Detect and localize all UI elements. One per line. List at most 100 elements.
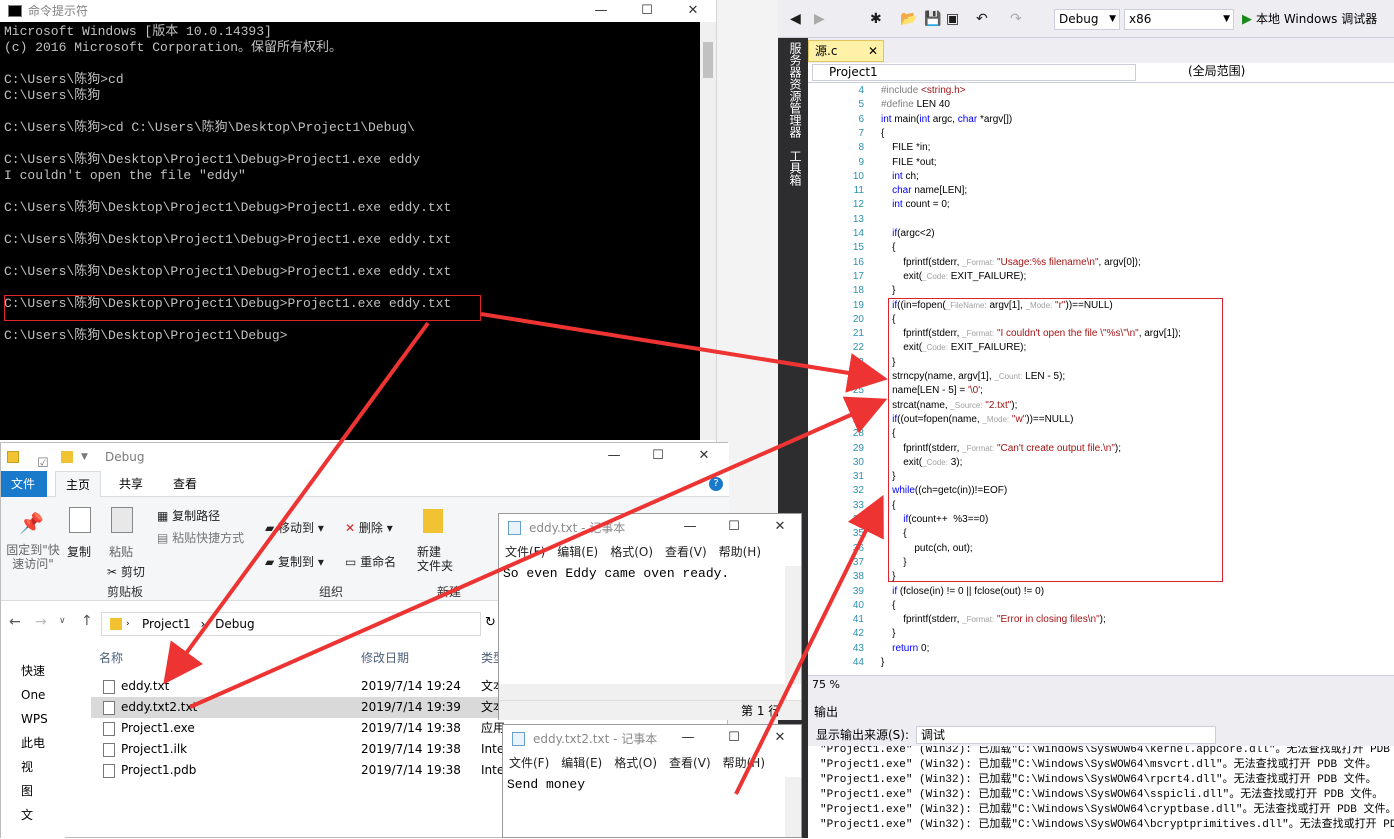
tab-view[interactable]: 查看 [163, 471, 207, 497]
menu-format[interactable]: 格式(O) [614, 756, 657, 770]
organize-group-label: 组织 [319, 585, 344, 599]
start-debugger-button[interactable]: ▶ 本地 Windows 调试器 [1242, 9, 1377, 29]
minimize-button[interactable]: — [591, 445, 637, 467]
cut-button[interactable]: ✂ 剪切 [107, 565, 145, 579]
cmd-output[interactable]: Microsoft Windows [版本 10.0.14393] (c) 201… [0, 22, 700, 440]
nav-item[interactable]: 图 [21, 783, 33, 799]
output-source-select[interactable]: 调试 [916, 726, 1216, 744]
copy-to-button[interactable]: ▰ 复制到 ▾ [265, 555, 324, 569]
tab-share[interactable]: 共享 [109, 471, 153, 497]
cmd-line: C:\Users\陈狗\Desktop\Project1\Debug>Proje… [4, 200, 452, 215]
file-row[interactable]: eddy.txt2.txt 2019/7/14 19:39 文本 [91, 697, 511, 718]
delete-button[interactable]: ✕ 删除 ▾ [345, 521, 393, 535]
undo-icon[interactable]: ↶ [976, 9, 988, 29]
output-text[interactable]: "Project1.exe" (Win32): 已加载"C:\Windows\S… [808, 746, 1394, 838]
nav-item[interactable]: 文 [21, 807, 33, 823]
tab-file[interactable]: 文件 [1, 471, 47, 497]
close-button[interactable]: ✕ [757, 516, 803, 538]
server-explorer-tab[interactable]: 服务器资源管理器 [786, 42, 802, 138]
back-icon[interactable]: ◀ [790, 9, 801, 29]
menu-file[interactable]: 文件(F) [509, 756, 549, 770]
forward-arrow-icon[interactable]: → [35, 614, 47, 630]
nav-item[interactable]: 视 [21, 759, 33, 775]
nav-item[interactable]: WPS [21, 711, 48, 727]
file-row[interactable]: Project1.pdb 2019/7/14 19:38 Inte [91, 760, 511, 781]
column-name[interactable]: 名称 [99, 649, 123, 666]
project-dropdown[interactable]: Project1 [812, 64, 1136, 81]
menu-edit[interactable]: 编辑(E) [561, 756, 602, 770]
menu-help[interactable]: 帮助(H) [719, 545, 761, 559]
maximize-button[interactable]: ☐ [711, 727, 757, 749]
minimize-button[interactable]: — [578, 0, 624, 22]
help-icon[interactable]: ? [709, 477, 723, 491]
redo-icon[interactable]: ↷ [1010, 9, 1022, 29]
minimize-button[interactable]: — [667, 516, 713, 538]
paste-shortcut-button[interactable]: ▤ 粘贴快捷方式 [157, 531, 244, 545]
open-folder-icon[interactable]: 📂 [900, 9, 917, 29]
cmd-titlebar: 命令提示符 — ☐ ✕ [0, 0, 716, 22]
column-date[interactable]: 修改日期 [361, 649, 409, 666]
scrollbar-thumb[interactable] [703, 42, 713, 78]
menu-format[interactable]: 格式(O) [610, 545, 653, 559]
back-arrow-icon[interactable]: ← [9, 614, 21, 630]
file-row[interactable]: Project1.ilk 2019/7/14 19:38 Inte [91, 739, 511, 760]
new-folder-icon[interactable] [61, 451, 73, 463]
menu-view[interactable]: 查看(V) [665, 545, 707, 559]
address-bar[interactable]: › Project1 › Debug [101, 612, 481, 636]
pin-quick-access-button[interactable]: 固定到"快 速访问" [5, 543, 61, 571]
line-number: 24 [852, 371, 864, 382]
copy-path-button[interactable]: ▦ 复制路径 [157, 509, 220, 523]
menu-view[interactable]: 查看(V) [669, 756, 711, 770]
new-folder-button[interactable]: 新建 文件夹 [417, 545, 453, 573]
notepad-titlebar: eddy.txt - 记事本 — ☐ ✕ [499, 514, 801, 542]
minimize-button[interactable]: — [665, 727, 711, 749]
chevron-down-icon[interactable]: ▼ [81, 443, 88, 471]
platform-select[interactable]: x86 ▼ [1124, 9, 1234, 30]
file-tab[interactable]: 源.c ✕ [808, 40, 884, 62]
rename-button[interactable]: ▭ 重命名 [345, 555, 396, 569]
save-icon[interactable]: 💾 [924, 9, 941, 29]
cmd-line: C:\Users\陈狗>cd [4, 72, 124, 87]
move-to-label: 移动到 [278, 521, 315, 535]
refresh-icon[interactable]: ↻ [485, 615, 496, 630]
zoom-level[interactable]: 75 % [808, 675, 1394, 693]
nav-item[interactable]: 快速 [21, 663, 45, 679]
new-project-icon[interactable]: ✱ [870, 9, 882, 29]
notepad-scrollbar[interactable] [785, 566, 801, 684]
toolbox-tab[interactable]: 工具箱 [786, 150, 802, 186]
config-select[interactable]: Debug ▼ [1054, 9, 1120, 30]
maximize-button[interactable]: ☐ [635, 445, 681, 467]
up-arrow-icon[interactable]: ↑ [81, 613, 93, 629]
breadcrumb-debug[interactable]: Debug [215, 617, 254, 631]
move-to-button[interactable]: ▰ 移动到 ▾ [265, 521, 324, 535]
notepad-text[interactable]: So even Eddy came oven ready. [503, 566, 729, 582]
new-group-label: 新建 [437, 585, 462, 599]
nav-item[interactable]: 此电 [21, 735, 45, 751]
copy-button[interactable]: 复制 [67, 545, 91, 559]
close-button[interactable]: ✕ [681, 445, 727, 467]
close-icon[interactable]: ✕ [868, 41, 878, 61]
recent-chevron-icon[interactable]: ∨ [59, 616, 66, 626]
file-row[interactable]: Project1.exe 2019/7/14 19:38 应用 [91, 718, 511, 739]
output-line: "Project1.exe" (Win32): 已加载"C:\Windows\S… [820, 746, 1394, 756]
menu-file[interactable]: 文件(F) [505, 545, 545, 559]
maximize-button[interactable]: ☐ [711, 516, 757, 538]
menu-help[interactable]: 帮助(H) [723, 756, 765, 770]
scope-dropdown[interactable]: (全局范围) [1144, 64, 1384, 81]
close-button[interactable]: ✕ [757, 727, 803, 749]
file-row[interactable]: eddy.txt 2019/7/14 19:24 文本 [91, 676, 511, 697]
tab-home[interactable]: 主页 [55, 471, 102, 497]
nav-item[interactable]: One [21, 687, 45, 703]
close-button[interactable]: ✕ [670, 0, 716, 22]
cmd-line: (c) 2016 Microsoft Corporation。保留所有权利。 [4, 40, 343, 55]
breadcrumb-project1[interactable]: Project1 [142, 617, 191, 631]
notepad-hscrollbar[interactable] [499, 684, 787, 700]
forward-icon[interactable]: ▶ [814, 9, 825, 29]
cmd-scrollbar[interactable] [700, 22, 716, 440]
menu-edit[interactable]: 编辑(E) [557, 545, 598, 559]
maximize-button[interactable]: ☐ [624, 0, 670, 22]
paste-button[interactable]: 粘贴 [109, 545, 133, 559]
notepad-text[interactable]: Send money [507, 777, 585, 793]
save-all-icon[interactable]: ▣ [946, 9, 959, 29]
notepad-scrollbar[interactable] [785, 777, 801, 837]
